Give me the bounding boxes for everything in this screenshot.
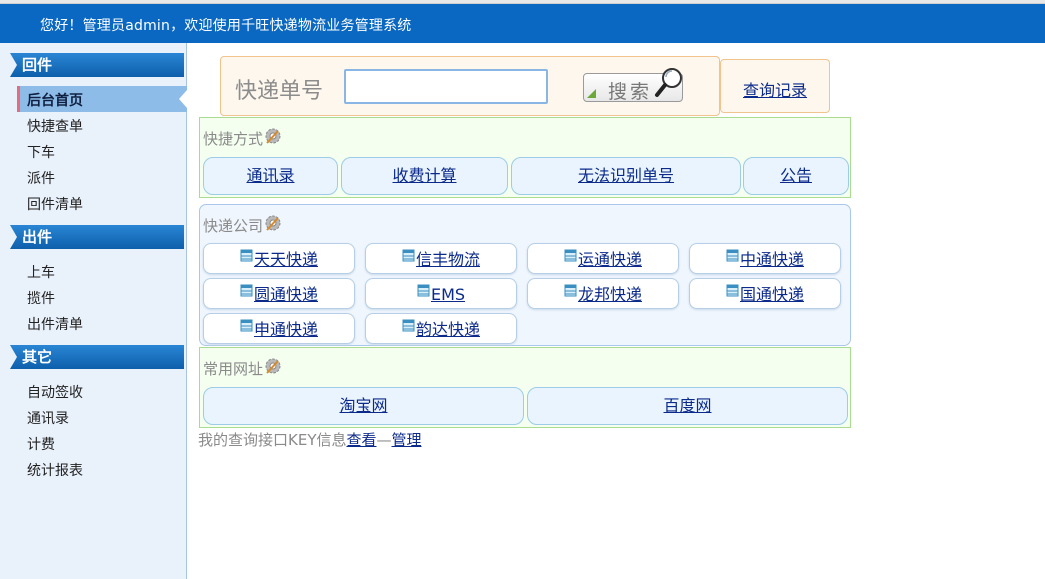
company-link[interactable]: 龙邦快递 — [578, 285, 642, 304]
leaf-icon — [587, 89, 596, 98]
shortcuts-panel: 快捷方式 通讯录 收费计算 无法识别单号 公告 — [199, 117, 851, 198]
sidebar-item-send-list[interactable]: 出件清单 — [27, 314, 83, 334]
sidebar-item-receive-list[interactable]: 回件清单 — [27, 194, 83, 214]
site-baidu[interactable]: 百度网 — [527, 387, 848, 425]
company-link[interactable]: 韵达快递 — [416, 320, 480, 339]
api-key-view-link[interactable]: 查看 — [346, 431, 376, 449]
sidebar-item-unload[interactable]: 下车 — [27, 142, 55, 162]
common-sites-panel: 常用网址 淘宝网 百度网 — [199, 347, 851, 428]
database-icon — [240, 319, 253, 332]
company-link[interactable]: 中通快递 — [740, 250, 804, 269]
companies-title: 快递公司 — [203, 213, 283, 236]
search-button-label: 搜索 — [608, 81, 653, 103]
database-icon — [726, 249, 739, 262]
company-item[interactable]: 申通快递 — [203, 313, 355, 344]
sidebar-section-other[interactable]: 其它 — [10, 345, 184, 369]
gear-icon — [265, 358, 281, 374]
top-header: 您好！管理员admin，欢迎使用千旺快递物流业务管理系统 — [0, 4, 1045, 43]
gear-icon — [265, 215, 281, 231]
query-history-link[interactable]: 查询记录 — [743, 77, 807, 101]
sites-title-text: 常用网址 — [203, 360, 264, 378]
company-item[interactable]: EMS — [365, 278, 517, 309]
sidebar-section-receive[interactable]: 回件 — [10, 53, 184, 77]
api-key-info: 我的查询接口KEY信息查看—管理 — [198, 429, 422, 450]
company-link[interactable]: 圆通快递 — [254, 285, 318, 304]
shortcuts-title-text: 快捷方式 — [203, 130, 264, 148]
company-item[interactable]: 中通快递 — [689, 243, 841, 274]
sidebar-section-send[interactable]: 出件 — [10, 225, 184, 249]
company-item[interactable]: 国通快递 — [689, 278, 841, 309]
express-companies-panel: 快递公司 天天快递 信丰物流 运通快递 中通快递圆通快递 EMS 龙邦快递 国通快递申通快递… — [199, 204, 851, 346]
company-link[interactable]: 国通快递 — [740, 285, 804, 304]
company-item[interactable]: 天天快递 — [203, 243, 355, 274]
shortcut-contacts-link[interactable]: 通讯录 — [246, 166, 294, 185]
api-key-manage-link[interactable]: 管理 — [392, 431, 422, 449]
magnifier-icon — [655, 68, 682, 97]
site-taobao-link[interactable]: 淘宝网 — [339, 396, 387, 415]
company-link[interactable]: 运通快递 — [578, 250, 642, 269]
sidebar-item-load[interactable]: 上车 — [27, 262, 55, 282]
welcome-text: 您好！管理员admin，欢迎使用千旺快递物流业务管理系统 — [40, 18, 412, 34]
company-item[interactable]: 运通快递 — [527, 243, 679, 274]
shortcut-fee-calc-link[interactable]: 收费计算 — [392, 166, 456, 185]
company-link[interactable]: EMS — [431, 285, 465, 304]
gear-icon — [265, 128, 281, 144]
database-icon — [402, 319, 415, 332]
sidebar-item-contacts[interactable]: 通讯录 — [27, 408, 69, 428]
database-icon — [402, 249, 415, 262]
sidebar-item-billing[interactable]: 计费 — [27, 434, 55, 454]
companies-title-text: 快递公司 — [203, 217, 264, 235]
shortcut-fee-calc[interactable]: 收费计算 — [341, 157, 508, 195]
sidebar-item-quick-query[interactable]: 快捷查单 — [27, 116, 83, 136]
database-icon — [240, 284, 253, 297]
company-item[interactable]: 信丰物流 — [365, 243, 517, 274]
sidebar-item-home[interactable]: 后台首页 — [17, 86, 187, 112]
search-button[interactable]: 搜索 — [583, 68, 683, 103]
sidebar-item-reports[interactable]: 统计报表 — [27, 460, 83, 480]
company-item[interactable]: 圆通快递 — [203, 278, 355, 309]
sidebar-item-auto-sign[interactable]: 自动签收 — [27, 382, 83, 402]
database-icon — [564, 284, 577, 297]
tracking-number-input[interactable] — [344, 69, 548, 104]
database-icon — [417, 284, 430, 297]
company-link[interactable]: 信丰物流 — [416, 250, 480, 269]
shortcuts-title: 快捷方式 — [203, 126, 283, 149]
shortcut-unrecognized-link[interactable]: 无法识别单号 — [578, 166, 674, 185]
database-icon — [240, 249, 253, 262]
tracking-search-box: 快递单号 搜索 — [220, 56, 720, 116]
database-icon — [564, 249, 577, 262]
site-baidu-link[interactable]: 百度网 — [663, 396, 711, 415]
shortcut-unrecognized[interactable]: 无法识别单号 — [511, 157, 741, 195]
shortcut-notice[interactable]: 公告 — [743, 157, 849, 195]
query-history-box: 查询记录 — [720, 59, 830, 113]
api-key-text: 我的查询接口KEY信息 — [198, 431, 347, 449]
company-item[interactable]: 龙邦快递 — [527, 278, 679, 309]
api-key-separator: — — [376, 431, 392, 449]
sidebar-item-label: 后台首页 — [27, 93, 83, 109]
sidebar: 回件 后台首页 快捷查单 下车 派件 回件清单 出件 上车 揽件 出件清单 其它… — [0, 43, 187, 579]
site-taobao[interactable]: 淘宝网 — [203, 387, 524, 425]
tracking-number-label: 快递单号 — [235, 79, 324, 104]
shortcut-contacts[interactable]: 通讯录 — [203, 157, 338, 195]
sidebar-item-pickup[interactable]: 揽件 — [27, 288, 55, 308]
database-icon — [726, 284, 739, 297]
company-link[interactable]: 天天快递 — [254, 250, 318, 269]
company-item[interactable]: 韵达快递 — [365, 313, 517, 344]
shortcut-notice-link[interactable]: 公告 — [780, 166, 812, 185]
company-link[interactable]: 申通快递 — [254, 320, 318, 339]
sidebar-item-dispatch[interactable]: 派件 — [27, 168, 55, 188]
sites-title: 常用网址 — [203, 356, 283, 379]
